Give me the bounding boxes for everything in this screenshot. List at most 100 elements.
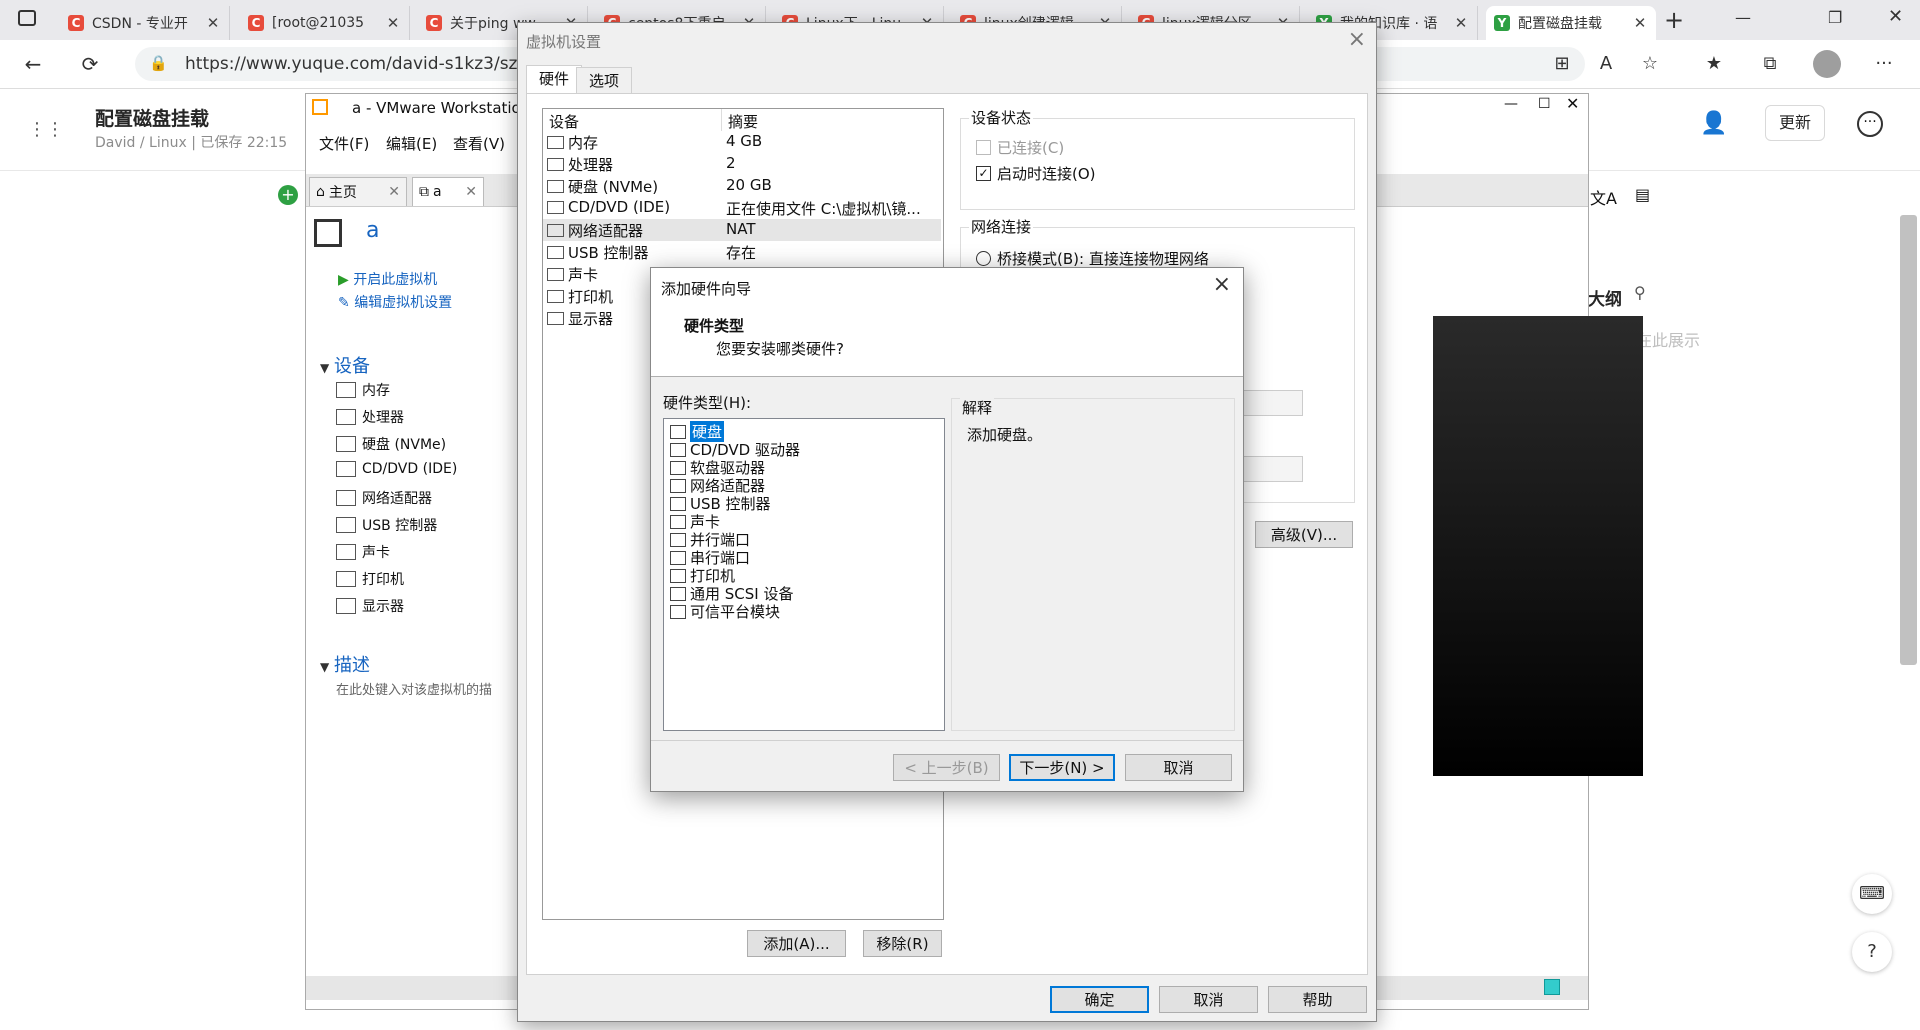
tab-vm-a[interactable]: ⧉ a ✕ [412, 177, 484, 206]
vm-device-item[interactable]: 硬盘 (NVMe) [336, 434, 446, 454]
cancel-button[interactable]: 取消 [1159, 986, 1258, 1013]
device-row[interactable]: CD/DVD (IDE) 正在使用文件 C:\虚拟机\镜... [543, 197, 941, 219]
browser-tab[interactable]: C [root@21035 ✕ [240, 6, 410, 40]
device-row[interactable]: 内存 4 GB [543, 131, 941, 153]
desc-section-header[interactable]: ▼ 描述 [320, 651, 370, 677]
desc-header-label: 描述 [334, 655, 371, 676]
wizard-cancel-button[interactable]: 取消 [1125, 754, 1232, 781]
close-tab-icon[interactable]: ✕ [465, 184, 477, 200]
edit-settings-action[interactable]: ✎ 编辑虚拟机设置 [338, 292, 452, 312]
update-button[interactable]: 更新 [1765, 105, 1825, 141]
more-options-icon[interactable]: ··· [1857, 111, 1883, 137]
device-row[interactable]: 网络适配器 NAT [543, 219, 941, 241]
hardware-icon [670, 532, 686, 547]
breadcrumb[interactable]: David / Linux | 已保存 22:15 [95, 132, 287, 152]
device-row[interactable]: 处理器 2 [543, 153, 941, 175]
connected-checkbox[interactable]: 已连接(C) [976, 137, 1064, 158]
close-window-icon[interactable]: ✕ [1888, 6, 1903, 27]
vm-device-item[interactable]: 网络适配器 [336, 488, 432, 508]
add-icon[interactable]: + [278, 185, 298, 205]
device-icon [547, 224, 564, 237]
vm-device-item[interactable]: 声卡 [336, 542, 390, 562]
vm-minimize-icon[interactable]: — [1504, 96, 1518, 112]
hardware-type-list[interactable]: 硬盘 CD/DVD 驱动器 软盘驱动器 网络适配器 USB 控制器 声卡 并行端口 串行端口打… [663, 418, 945, 731]
device-icon [547, 246, 564, 259]
help-button[interactable]: 帮助 [1268, 986, 1367, 1013]
power-on-action[interactable]: ▶ 开启此虚拟机 [338, 269, 437, 289]
pin-icon[interactable]: ⚲ [1634, 283, 1646, 302]
page-scrollbar[interactable] [1900, 215, 1917, 665]
back-icon[interactable]: ← [18, 50, 48, 78]
device-summary: NAT [726, 220, 756, 238]
browser-tab[interactable]: Y 配置磁盘挂载 ✕ [1486, 6, 1656, 40]
collections-icon[interactable]: ⧉ [1756, 50, 1784, 78]
radio-circle [976, 251, 991, 266]
apps-grid-icon[interactable]: ⋮⋮ [28, 119, 64, 140]
col-summary-header: 摘要 [728, 113, 759, 131]
new-tab-button[interactable]: + [1664, 6, 1684, 34]
vm-device-item[interactable]: 显示器 [336, 596, 404, 616]
back-button[interactable]: < 上一步(B) [893, 754, 1000, 781]
close-tab-icon[interactable]: ✕ [385, 14, 401, 32]
minimize-icon[interactable]: — [1735, 8, 1751, 27]
tab-options[interactable]: 选项 [576, 67, 633, 94]
vmware-logo-icon [312, 99, 328, 115]
translate-icon[interactable]: 文A [1590, 185, 1617, 209]
menu-view[interactable]: 查看(V) [453, 133, 505, 154]
add-favorite-icon[interactable]: ☆ [1636, 50, 1664, 78]
vm-close-icon[interactable]: ✕ [1566, 94, 1579, 113]
refresh-icon[interactable]: ⟳ [75, 50, 105, 78]
vm-screen-preview[interactable] [1433, 316, 1643, 776]
wizard-header: 添加硬件向导 × 硬件类型 您要安装哪类硬件? [651, 268, 1243, 377]
remove-button[interactable]: 移除(R) [863, 930, 942, 957]
close-tab-icon[interactable]: ✕ [205, 14, 221, 32]
ok-button[interactable]: 确定 [1050, 986, 1149, 1013]
collapse-icon: ▼ [320, 660, 330, 674]
tab-home[interactable]: ⌂ 主页 ✕ [309, 177, 407, 206]
menu-edit[interactable]: 编辑(E) [386, 133, 437, 154]
wizard-subheading: 您要安装哪类硬件? [716, 340, 844, 358]
help-icon[interactable]: ? [1852, 932, 1892, 972]
profile-avatar[interactable] [1813, 50, 1841, 78]
wizard-close-icon[interactable]: × [1213, 272, 1231, 297]
settings-close-icon[interactable]: × [1348, 27, 1366, 52]
device-name-cell: CD/DVD (IDE) [547, 198, 670, 216]
hardware-type-item[interactable]: 可信平台模块 [670, 601, 780, 622]
tab-hardware[interactable]: 硬件 [526, 65, 583, 94]
device-name-cell: 声卡 [547, 264, 598, 285]
document-icon[interactable]: ▤ [1635, 185, 1650, 204]
vm-device-item[interactable]: 打印机 [336, 569, 404, 589]
wizard-title: 添加硬件向导 [661, 280, 752, 298]
keyboard-icon[interactable]: ⌨ [1852, 874, 1892, 914]
device-row[interactable]: USB 控制器 存在 [543, 241, 941, 263]
hardware-icon [670, 586, 686, 601]
bridged-radio[interactable]: 桥接模式(B): 直接连接物理网络 [976, 248, 1209, 269]
menu-file[interactable]: 文件(F) [319, 133, 369, 154]
add-button[interactable]: 添加(A)... [747, 930, 846, 957]
vm-device-item[interactable]: 处理器 [336, 407, 404, 427]
advanced-button[interactable]: 高级(V)... [1255, 521, 1353, 548]
favorites-icon[interactable]: ★ [1700, 50, 1728, 78]
connect-on-power-checkbox[interactable]: ✓ 启动时连接(O) [976, 163, 1096, 184]
vm-device-item[interactable]: USB 控制器 [336, 515, 437, 535]
restore-icon[interactable]: ❐ [1828, 8, 1842, 27]
device-name-cell: 硬盘 (NVMe) [547, 176, 658, 197]
device-row[interactable]: 硬盘 (NVMe) 20 GB [543, 175, 941, 197]
apps-icon[interactable]: ⊞ [1548, 50, 1576, 78]
next-button[interactable]: 下一步(N) > [1009, 754, 1115, 781]
add-collaborator-icon[interactable]: 👤 [1700, 111, 1727, 136]
tab-actions-icon[interactable] [18, 10, 36, 26]
close-tab-icon[interactable]: ✕ [1632, 14, 1648, 32]
description-placeholder[interactable]: 在此处键入对该虚拟机的描 [336, 679, 492, 698]
vm-maximize-icon[interactable]: ☐ [1538, 96, 1551, 112]
vm-device-item[interactable]: CD/DVD (IDE) [336, 461, 457, 477]
read-aloud-icon[interactable]: A [1592, 50, 1620, 78]
more-icon[interactable]: ··· [1870, 50, 1898, 78]
vm-name: a [366, 218, 380, 243]
close-tab-icon[interactable]: ✕ [388, 184, 400, 200]
vm-device-item[interactable]: 内存 [336, 380, 390, 400]
browser-tab[interactable]: C CSDN - 专业开 ✕ [60, 6, 230, 40]
devices-section-header[interactable]: ▼ 设备 [320, 352, 370, 378]
close-tab-icon[interactable]: ✕ [1453, 14, 1469, 32]
device-icon [547, 158, 564, 171]
